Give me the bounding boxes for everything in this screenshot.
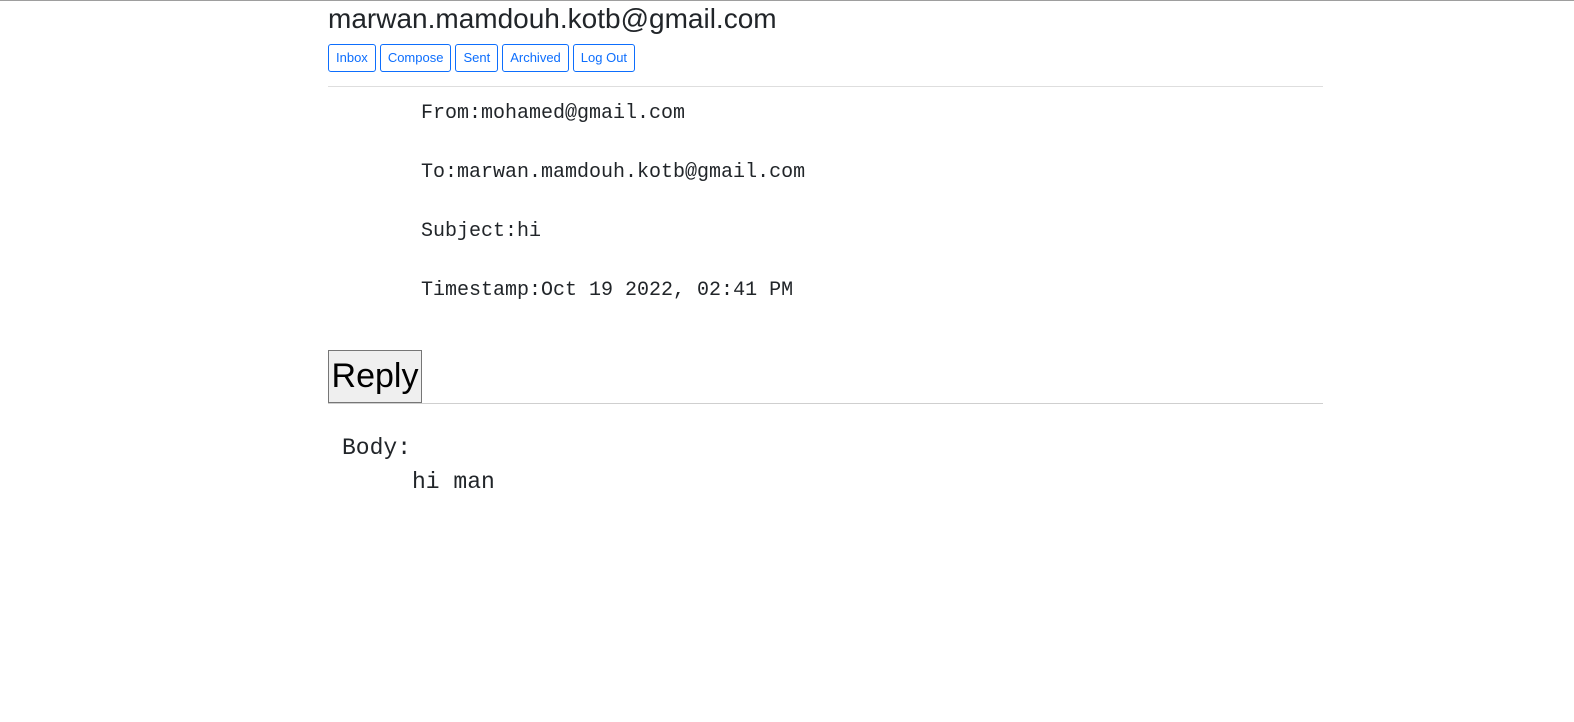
reply-button[interactable]: Reply [328,350,422,403]
email-body: hi man [412,469,495,495]
email-subject: Subject:hi [421,220,541,244]
from-label: From: [421,102,482,125]
archived-button[interactable]: Archived [502,44,569,72]
body-label: Body: [342,435,412,461]
email-to: To:marwan.mamdouh.kotb@gmail.com [421,161,805,185]
timestamp-value: Oct 19 2022, 02:41 PM [541,279,794,302]
email-timestamp: Timestamp:Oct 19 2022, 02:41 PM [421,279,793,303]
sent-button[interactable]: Sent [455,44,499,72]
user-email-heading: marwan.mamdouh.kotb@gmail.com [328,3,777,34]
nav-bar: Inbox Compose Sent Archived Log Out [328,44,636,72]
from-value: mohamed@gmail.com [481,102,686,125]
top-border [0,0,1574,1]
body-divider [328,403,1323,404]
subject-label: Subject: [421,220,518,243]
header-divider [328,86,1323,87]
email-from: From:mohamed@gmail.com [421,102,685,126]
to-value: marwan.mamdouh.kotb@gmail.com [457,161,806,184]
subject-value: hi [517,220,542,243]
logout-button[interactable]: Log Out [572,44,636,72]
inbox-button[interactable]: Inbox [328,44,376,72]
to-label: To: [421,161,458,184]
timestamp-label: Timestamp: [421,279,542,302]
compose-button[interactable]: Compose [379,44,452,72]
